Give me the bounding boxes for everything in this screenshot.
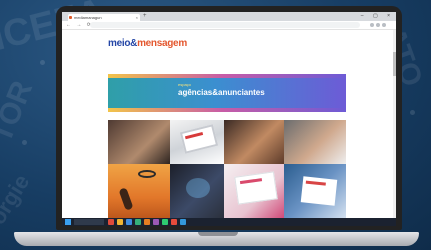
photo-tile[interactable]	[284, 164, 346, 220]
web-page: meio&mensagem espaço agências&anunciante…	[62, 30, 396, 220]
background-watermark: orgie	[0, 169, 35, 229]
banner-kicker: espaço	[178, 82, 191, 87]
panel-bar	[305, 180, 326, 186]
taskbar-search[interactable]	[74, 219, 104, 225]
extension-icon[interactable]	[376, 23, 380, 27]
background-watermark: TOR	[0, 76, 40, 147]
new-tab-button[interactable]: +	[143, 13, 147, 20]
photo-tile[interactable]	[224, 164, 284, 220]
basketball-hoop-icon	[138, 170, 156, 178]
screen-glow	[186, 178, 210, 198]
site-logo[interactable]: meio&mensagem	[108, 38, 187, 49]
hero-banner[interactable]: espaço agências&anunciantes	[108, 74, 346, 112]
photo-tile[interactable]	[108, 120, 170, 164]
page-scrollbar[interactable]	[393, 30, 396, 218]
banner-title: agências&anunciantes	[178, 88, 265, 97]
profile-icon[interactable]	[382, 23, 386, 27]
logo-accent: mensagem	[137, 38, 187, 49]
taskbar-app-icon[interactable]	[153, 219, 159, 225]
browser-tab-bar: mediamanagun × + – ▢ ×	[62, 12, 396, 21]
taskbar-app-icon[interactable]	[180, 219, 186, 225]
card-bar	[239, 178, 263, 185]
favicon-icon	[69, 16, 72, 19]
player-figure	[118, 187, 134, 211]
background-dot	[40, 60, 45, 65]
close-icon[interactable]: ×	[136, 14, 138, 21]
nav-buttons[interactable]: ← → ⟳	[66, 21, 93, 29]
taskbar-app-icon[interactable]	[171, 219, 177, 225]
red-bar	[184, 131, 204, 140]
window-controls[interactable]: – ▢ ×	[361, 12, 394, 20]
address-bar: ← → ⟳	[62, 21, 396, 30]
url-field[interactable]	[90, 22, 360, 28]
photo-tile[interactable]	[170, 164, 224, 220]
extension-icon[interactable]	[370, 23, 374, 27]
laptop-screen-image	[179, 124, 219, 154]
photo-grid	[108, 120, 346, 220]
background-dot	[22, 140, 27, 145]
extension-icons	[370, 23, 392, 27]
taskbar-app-icon[interactable]	[117, 219, 123, 225]
laptop-screen: mediamanagun × + – ▢ × ← → ⟳ meio&mensag…	[62, 12, 396, 226]
taskbar-app-icon[interactable]	[108, 219, 114, 225]
taskbar-app-icon[interactable]	[162, 219, 168, 225]
tab-title: mediamanagun	[74, 15, 102, 20]
background-dot	[410, 110, 415, 115]
taskbar-app-icon[interactable]	[126, 219, 132, 225]
laptop-notch	[198, 232, 238, 236]
start-icon[interactable]	[65, 219, 71, 225]
scroll-thumb[interactable]	[393, 52, 396, 76]
logo-main: meio&	[108, 38, 138, 49]
device-panel	[300, 176, 338, 206]
device-card	[234, 171, 278, 205]
photo-tile[interactable]	[224, 120, 284, 164]
os-taskbar	[62, 218, 396, 226]
browser-tab[interactable]: mediamanagun ×	[68, 14, 140, 21]
taskbar-app-icon[interactable]	[135, 219, 141, 225]
taskbar-app-icon[interactable]	[144, 219, 150, 225]
photo-tile[interactable]	[108, 164, 170, 220]
taskbar-apps	[108, 219, 186, 225]
photo-tile[interactable]	[170, 120, 224, 164]
photo-tile[interactable]	[284, 120, 346, 164]
